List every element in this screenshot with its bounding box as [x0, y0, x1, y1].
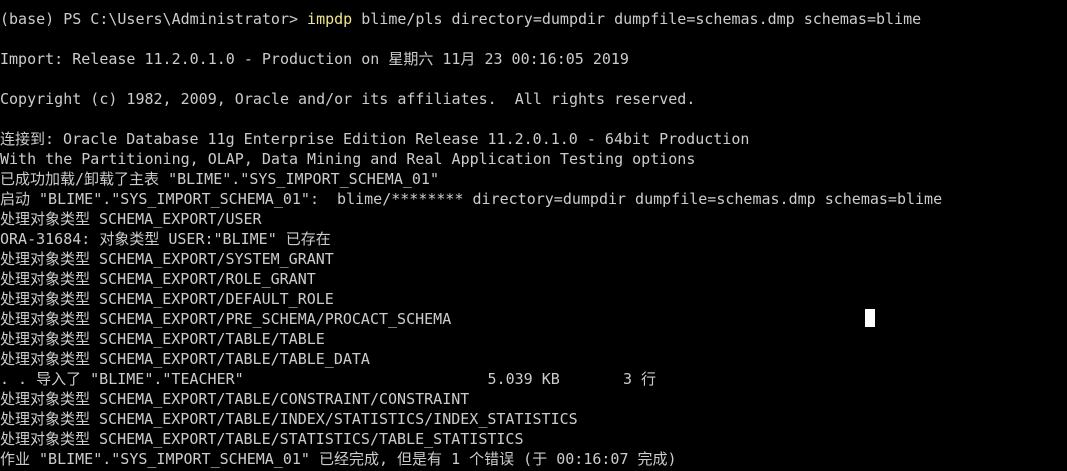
- output-line-connected: 连接到: Oracle Database 11g Enterprise Edit…: [0, 130, 750, 148]
- output-line-table: 处理对象类型 SCHEMA_EXPORT/TABLE/TABLE: [0, 330, 325, 348]
- output-line-constraint: 处理对象类型 SCHEMA_EXPORT/TABLE/CONSTRAINT/CO…: [0, 390, 470, 408]
- text-cursor: [865, 309, 875, 327]
- terminal-window[interactable]: (base) PS C:\Users\Administrator> impdp …: [0, 0, 1067, 471]
- output-line-role-grant: 处理对象类型 SCHEMA_EXPORT/ROLE_GRANT: [0, 270, 316, 288]
- output-line-error: ORA-31684: 对象类型 USER:"BLIME" 已存在: [0, 230, 331, 248]
- output-line-index-statistics: 处理对象类型 SCHEMA_EXPORT/TABLE/INDEX/STATIST…: [0, 410, 578, 428]
- output-line-system-grant: 处理对象类型 SCHEMA_EXPORT/SYSTEM_GRANT: [0, 250, 334, 268]
- prompt-prefix: (base) PS C:\Users\Administrator>: [0, 10, 308, 28]
- output-line-default-role: 处理对象类型 SCHEMA_EXPORT/DEFAULT_ROLE: [0, 290, 334, 308]
- output-line-imported-teacher: . . 导入了 "BLIME"."TEACHER" 5.039 KB 3 行: [0, 370, 657, 388]
- output-line-copyright: Copyright (c) 1982, 2009, Oracle and/or …: [0, 90, 696, 108]
- output-line-start-job: 启动 "BLIME"."SYS_IMPORT_SCHEMA_01": blime…: [0, 190, 943, 208]
- output-line-table-statistics: 处理对象类型 SCHEMA_EXPORT/TABLE/STATISTICS/TA…: [0, 430, 524, 448]
- output-line-import-banner: Import: Release 11.2.0.1.0 - Production …: [0, 50, 629, 68]
- output-line-master-table: 已成功加载/卸载了主表 "BLIME"."SYS_IMPORT_SCHEMA_0…: [0, 170, 439, 188]
- output-line-options: With the Partitioning, OLAP, Data Mining…: [0, 150, 696, 168]
- output-line-table-data: 处理对象类型 SCHEMA_EXPORT/TABLE/TABLE_DATA: [0, 350, 370, 368]
- command-name: impdp: [307, 10, 353, 28]
- output-line-job-complete: 作业 "BLIME"."SYS_IMPORT_SCHEMA_01" 已经完成, …: [0, 450, 677, 468]
- output-line-pre-schema: 处理对象类型 SCHEMA_EXPORT/PRE_SCHEMA/PROCACT_…: [0, 310, 452, 328]
- command-args: blime/pls directory=dumpdir dumpfile=sch…: [352, 10, 922, 28]
- prompt-line: (base) PS C:\Users\Administrator> impdp …: [0, 9, 921, 29]
- output-line-process-user: 处理对象类型 SCHEMA_EXPORT/USER: [0, 210, 262, 228]
